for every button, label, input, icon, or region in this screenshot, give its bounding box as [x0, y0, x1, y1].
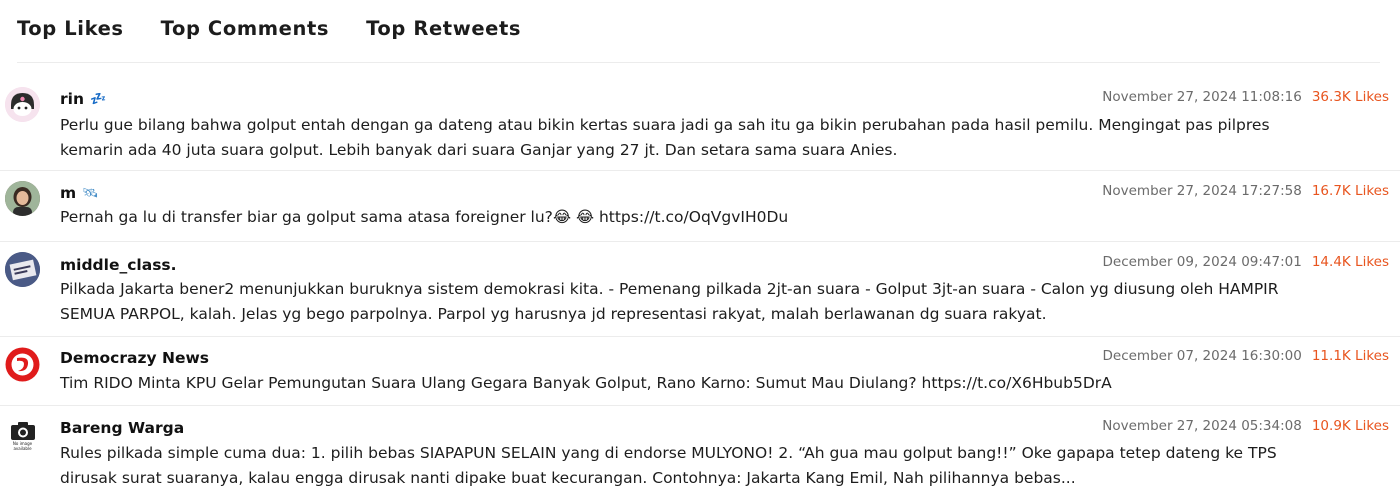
post-date: December 09, 2024 09:47:01	[1102, 254, 1302, 270]
post-text-line: dirusak surat suaranya, kalau engga diru…	[60, 469, 1076, 487]
tab-top-likes[interactable]: Top Likes	[17, 14, 124, 44]
post-meta: December 07, 2024 16:30:00 11.1K Likes	[1103, 346, 1390, 366]
tab-bar: Top Likes Top Comments Top Retweets	[17, 14, 521, 44]
author-name[interactable]: middle_class.	[60, 256, 177, 274]
post-meta: November 27, 2024 05:34:08 10.9K Likes	[1102, 416, 1389, 436]
post-date: November 27, 2024 17:27:58	[1102, 183, 1302, 199]
likes-count: 10.9K Likes	[1311, 418, 1389, 434]
post-list: rin 💤 November 27, 2024 11:08:16 36.3K L…	[0, 63, 1400, 491]
post-text-line: Tim RIDO Minta KPU Gelar Pemungutan Suar…	[60, 374, 1112, 392]
post-text-line: Perlu gue bilang bahwa golput entah deng…	[60, 116, 1270, 134]
satellite-icon: 🛰	[82, 185, 99, 201]
avatar[interactable]	[5, 87, 40, 122]
democrazy-logo-icon	[5, 347, 40, 382]
post-text-line: Pilkada Jakarta bener2 menunjukkan buruk…	[60, 280, 1279, 298]
list-item[interactable]: m 🛰 November 27, 2024 17:27:58 16.7K Lik…	[0, 171, 1400, 242]
author-row: Democrazy News	[60, 348, 209, 368]
list-item[interactable]: No image available Bareng Warga November…	[0, 406, 1400, 491]
author-row: middle_class.	[60, 255, 177, 275]
author-row: Bareng Warga	[60, 418, 184, 438]
author-name[interactable]: Democrazy News	[60, 349, 209, 367]
post-text-line: kemarin ada 40 juta suara golput. Lebih …	[60, 141, 898, 159]
author-name[interactable]: Bareng Warga	[60, 419, 184, 437]
post-date: November 27, 2024 11:08:16	[1102, 89, 1302, 105]
post-text: Tim RIDO Minta KPU Gelar Pemungutan Suar…	[60, 371, 1360, 396]
camera-icon	[10, 421, 35, 440]
tab-top-comments[interactable]: Top Comments	[161, 14, 329, 44]
post-text-line: Pernah ga lu di transfer biar ga golput …	[60, 208, 789, 226]
list-item[interactable]: rin 💤 November 27, 2024 11:08:16 36.3K L…	[0, 63, 1400, 171]
author-row: m 🛰	[60, 183, 99, 203]
author-name[interactable]: m	[60, 184, 76, 202]
author-name[interactable]: rin	[60, 90, 84, 108]
likes-count: 14.4K Likes	[1311, 254, 1389, 270]
post-date: November 27, 2024 05:34:08	[1102, 418, 1302, 434]
list-item[interactable]: Democrazy News December 07, 2024 16:30:0…	[0, 337, 1400, 406]
kuromi-avatar-icon	[5, 87, 40, 122]
user-photo-icon	[5, 181, 40, 216]
avatar[interactable]	[5, 347, 40, 382]
zzz-icon: 💤	[90, 91, 107, 107]
post-text: Perlu gue bilang bahwa golput entah deng…	[60, 113, 1360, 163]
post-text: Pilkada Jakarta bener2 menunjukkan buruk…	[60, 277, 1360, 327]
likes-count: 36.3K Likes	[1311, 89, 1389, 105]
avatar[interactable]: No image available	[5, 418, 40, 453]
no-image-caption: No image available	[12, 440, 33, 451]
avatar[interactable]	[5, 252, 40, 287]
list-item[interactable]: middle_class. December 09, 2024 09:47:01…	[0, 242, 1400, 337]
post-date: December 07, 2024 16:30:00	[1102, 348, 1302, 364]
avatar[interactable]	[5, 181, 40, 216]
post-text-line: SEMUA PARPOL, kalah. Jelas yg bego parpo…	[60, 305, 1047, 323]
tab-top-retweets[interactable]: Top Retweets	[366, 14, 521, 44]
post-meta: December 09, 2024 09:47:01 14.4K Likes	[1103, 252, 1390, 272]
likes-count: 16.7K Likes	[1311, 183, 1389, 199]
author-row: rin 💤	[60, 89, 106, 109]
post-meta: November 27, 2024 11:08:16 36.3K Likes	[1102, 87, 1389, 107]
middle-class-logo-icon	[5, 252, 40, 287]
post-text-line: Rules pilkada simple cuma dua: 1. pilih …	[60, 444, 1277, 462]
post-text: Rules pilkada simple cuma dua: 1. pilih …	[60, 441, 1360, 491]
post-text: Pernah ga lu di transfer biar ga golput …	[60, 205, 1360, 230]
post-meta: November 27, 2024 17:27:58 16.7K Likes	[1102, 181, 1389, 201]
likes-count: 11.1K Likes	[1311, 348, 1389, 364]
